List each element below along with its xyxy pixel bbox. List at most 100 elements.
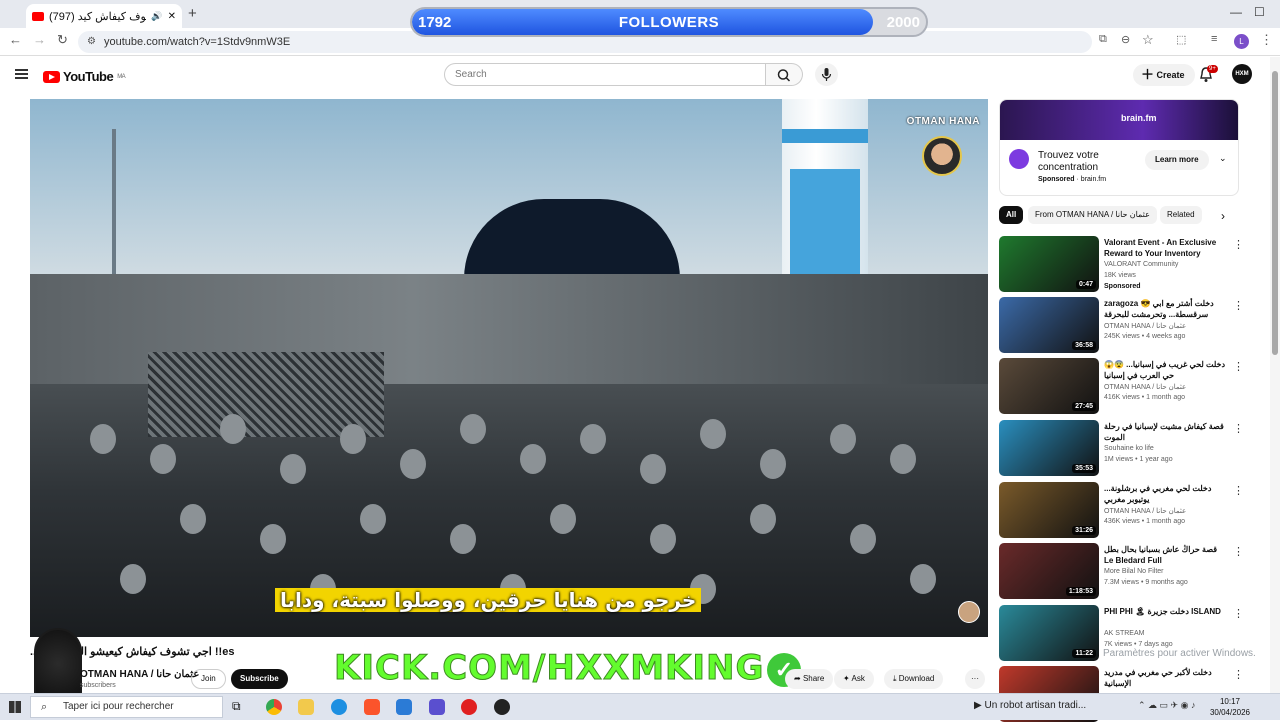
edge-icon[interactable] — [331, 699, 347, 715]
new-tab-button[interactable]: + — [188, 5, 197, 22]
windows-start-icon[interactable] — [9, 701, 21, 713]
video-thumbnail[interactable]: 27:45 — [999, 358, 1099, 414]
reading-list-icon[interactable]: ≡ — [1211, 33, 1217, 45]
obs-icon[interactable] — [494, 699, 510, 715]
video-title[interactable]: قصة حراڭ عاش بسبانيا بحال بطل Le Bledard… — [1104, 544, 1228, 566]
reload-icon[interactable]: ↻ — [57, 32, 68, 48]
recommended-video[interactable]: 0:47 Valorant Event - An Exclusive Reward… — [999, 236, 1249, 294]
video-channel[interactable]: VALORANT Community — [1104, 261, 1178, 268]
video-menu-icon[interactable]: ⋮ — [1233, 422, 1244, 435]
chevron-down-icon[interactable]: ⌄ — [1219, 153, 1227, 164]
video-channel[interactable]: More Bilal No Filter — [1104, 568, 1164, 575]
video-menu-icon[interactable]: ⋮ — [1233, 360, 1244, 373]
discord-icon[interactable] — [429, 699, 445, 715]
opera-icon[interactable] — [461, 699, 477, 715]
taskbar-search-icon: ⌕ — [41, 701, 48, 713]
task-view-icon[interactable]: ⧉ — [232, 699, 248, 715]
channel-name[interactable]: OTMAN HANA / عثمان حانا — [80, 669, 199, 680]
speaker-icon[interactable]: 🔊 — [151, 11, 162, 22]
video-title[interactable]: PHI PHI 🏝 دخلت جزيرة ISLAND — [1104, 606, 1228, 617]
chip-all[interactable]: All — [999, 206, 1024, 224]
crowd-person — [260, 524, 286, 554]
chip-from-channel[interactable]: From OTMAN HANA / عثمان حانا — [1028, 206, 1157, 224]
system-tray[interactable]: ⌃ ☁ ▭ ✈ ◉ ♪ — [1138, 700, 1195, 711]
tab-close-icon[interactable]: ✕ — [168, 11, 176, 22]
account-avatar[interactable]: HXM — [1232, 64, 1252, 84]
video-thumbnail[interactable]: 11:22 — [999, 605, 1099, 661]
ask-button[interactable]: ✦ Ask — [834, 669, 874, 689]
file-explorer-icon[interactable] — [298, 699, 314, 715]
video-thumbnail[interactable]: 1:18:53 — [999, 543, 1099, 599]
search-button[interactable] — [766, 63, 803, 86]
share-button[interactable]: ➦ Share — [785, 669, 834, 689]
video-menu-icon[interactable]: ⋮ — [1233, 607, 1244, 620]
video-title[interactable]: 😱😨 دخلت لحي غريب في إسبانيا... حي العرب … — [1104, 359, 1228, 381]
maximize-button[interactable]: ☐ — [1254, 5, 1265, 19]
recommended-video[interactable]: 1:18:53 قصة حراڭ عاش بسبانيا بحال بطل Le … — [999, 543, 1249, 601]
search-input[interactable]: Search — [444, 63, 766, 86]
learn-more-button[interactable]: Learn more — [1145, 150, 1209, 170]
video-player[interactable]: OTMAN HANA خرجو من هنايا حرقين، ووصلوا س… — [30, 99, 988, 637]
more-actions-button[interactable]: ··· — [965, 669, 985, 689]
install-icon[interactable]: ⧉ — [1099, 33, 1107, 46]
taskbar-search-field[interactable]: ⌕ Taper ici pour rechercher — [30, 696, 223, 718]
video-title[interactable]: دخلت لحي مغربي في برشلونة... يوتيوبر مغر… — [1104, 483, 1228, 505]
back-icon[interactable]: ← — [9, 32, 22, 47]
chrome-icon[interactable] — [266, 699, 282, 715]
download-button[interactable]: ⤓ Download — [884, 669, 944, 689]
bookmark-star-icon[interactable]: ☆ — [1142, 32, 1154, 48]
video-channel[interactable]: OTMAN HANA / عثمان حانا — [1104, 383, 1186, 391]
recommended-video[interactable]: 27:45 😱😨 دخلت لحي غريب في إسبانيا... حي ا… — [999, 358, 1249, 416]
vscode-icon[interactable] — [396, 699, 412, 715]
create-button[interactable]: ＋ Create — [1133, 64, 1195, 86]
video-subtitle: خرجو من هنايا حرقين، ووصلوا سبتة، ودابا — [275, 588, 702, 612]
brave-icon[interactable] — [364, 699, 380, 715]
crowd-person — [750, 504, 776, 534]
zoom-icon[interactable]: ⊖ — [1121, 33, 1130, 46]
video-thumbnail[interactable]: 36:58 — [999, 297, 1099, 353]
video-menu-icon[interactable]: ⋮ — [1233, 668, 1244, 681]
video-thumbnail[interactable]: 31:26 — [999, 482, 1099, 538]
sponsored-ad-card[interactable]: brain.fm Trouvez votre concentration Spo… — [999, 99, 1239, 196]
youtube-logo[interactable]: YouTube MA — [43, 69, 126, 84]
video-channel[interactable]: OTMAN HANA / عثمان حانا — [1104, 507, 1186, 515]
ad-brand: brain.fm — [1121, 113, 1157, 123]
recommended-video[interactable]: 35:53 قصة كيفاش مشيت لإسبانيا في رحلة الم… — [999, 420, 1249, 478]
video-channel[interactable]: Souhaine ko life — [1104, 445, 1154, 452]
join-button[interactable]: Join — [191, 669, 226, 689]
video-menu-icon[interactable]: ⋮ — [1233, 299, 1244, 312]
taskbar-clock[interactable]: 10:17 30/04/2026 — [1209, 696, 1251, 718]
minimize-button[interactable]: — — [1230, 5, 1242, 19]
video-title[interactable]: Valorant Event - An Exclusive Reward to … — [1104, 237, 1228, 259]
extensions-icon[interactable]: ⬚ — [1176, 33, 1186, 46]
video-channel[interactable]: AK STREAM — [1104, 630, 1144, 637]
chevron-right-icon[interactable]: › — [1221, 209, 1225, 223]
page-scrollbar[interactable] — [1270, 57, 1280, 693]
site-info-icon[interactable]: ⚙ — [87, 31, 96, 53]
video-menu-icon[interactable]: ⋮ — [1233, 238, 1244, 251]
video-title[interactable]: zaragoza 😎 دخلت أشتر مع ابي سرقسطة... وت… — [1104, 298, 1228, 320]
video-channel[interactable]: OTMAN HANA / عثمان حانا — [1104, 322, 1186, 330]
recommended-video[interactable]: 36:58 zaragoza 😎 دخلت أشتر مع ابي سرقسطة.… — [999, 297, 1249, 355]
video-menu-icon[interactable]: ⋮ — [1233, 545, 1244, 558]
channel-watermark-avatar[interactable] — [922, 136, 962, 176]
video-thumbnail[interactable]: 0:47 — [999, 236, 1099, 292]
video-thumbnail[interactable]: 35:53 — [999, 420, 1099, 476]
video-title[interactable]: دخلت لأكبر حي مغربي في مدريد الإسبانية — [1104, 667, 1228, 689]
forward-icon[interactable]: → — [33, 32, 46, 47]
scrollbar-thumb[interactable] — [1272, 71, 1278, 355]
ad-banner-image[interactable]: brain.fm — [1000, 100, 1238, 140]
crowd-person — [340, 424, 366, 454]
video-title[interactable]: قصة كيفاش مشيت لإسبانيا في رحلة الموت — [1104, 421, 1228, 443]
chip-related[interactable]: Related — [1160, 206, 1202, 224]
video-menu-icon[interactable]: ⋮ — [1233, 484, 1244, 497]
profile-icon[interactable]: L — [1234, 34, 1249, 49]
voice-search-button[interactable] — [815, 63, 838, 86]
browser-tab[interactable]: (797) اجي تشوف كيفاش كيد 🔊 ✕ — [26, 4, 182, 28]
media-player-task[interactable]: ▶ Un robot artisan tradi... — [974, 700, 1086, 711]
browser-menu-icon[interactable]: ⋮ — [1260, 32, 1273, 48]
hamburger-menu-icon[interactable] — [15, 69, 28, 79]
subscribe-button[interactable]: Subscribe — [231, 669, 288, 689]
video-duration: 11:22 — [1072, 649, 1096, 658]
recommended-video[interactable]: 31:26 دخلت لحي مغربي في برشلونة... يوتيوب… — [999, 482, 1249, 540]
